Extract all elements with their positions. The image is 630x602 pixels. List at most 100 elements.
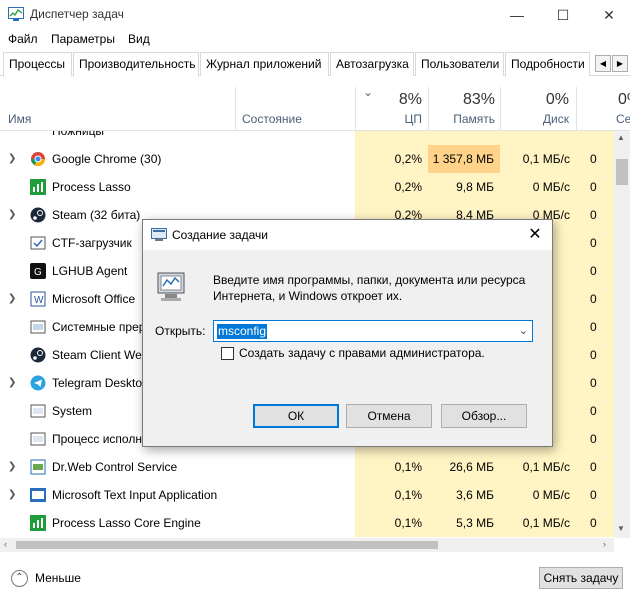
chevron-down-icon[interactable]: ⌄ [519,324,528,337]
network-cell: 0 Мбит/с [576,397,614,425]
process-name: CTF-загрузчик [52,236,132,250]
list-item[interactable]: Ножницы [0,131,614,145]
menu-file[interactable]: Файл [8,32,38,46]
network-cell: 0 Мбит/с [576,341,614,369]
network-cell: 0 Мбит/с [576,229,614,257]
tab-app-history[interactable]: Журнал приложений [200,52,329,76]
expand-chevron-icon[interactable]: ❯ [8,153,16,164]
tab-startup[interactable]: Автозагрузка [330,52,414,76]
run-icon [151,228,167,241]
process-name: System [52,404,93,418]
network-cell: 0 Мбит/с [576,453,614,481]
column-memory[interactable]: Память [440,112,495,126]
table-row[interactable]: ❯ Microsoft Text Input Application 0,1% 3,6… [0,481,614,509]
tab-scroll-left-button[interactable]: ◀ [595,55,611,72]
process-name: Microsoft Text Input Application [52,488,218,502]
column-memory-percent: 83% [462,91,495,108]
column-disk[interactable]: Диск [520,112,569,126]
memory-cell: 9,8 МБ [428,173,500,201]
lghub-icon: G [30,263,46,279]
table-row[interactable]: ❯ Google Chrome (30) 0,2% 1 357,8 МБ 0,1 МБ/… [0,145,614,173]
close-button[interactable]: ✕ [586,0,630,30]
tab-performance[interactable]: Производительность [73,52,199,76]
process-name: Процесс исполн [52,432,142,446]
ok-button[interactable]: ОК [253,404,339,428]
expand-chevron-icon[interactable]: ❯ [8,461,16,472]
menu-view[interactable]: Вид [128,32,150,46]
memory-cell: 26,6 МБ [428,453,500,481]
scroll-right-icon: › [603,539,606,549]
process-name: Google Chrome (30) [52,152,162,166]
table-row[interactable]: Process Lasso 0,2%9,8 МБ0 МБ/с0 Мбит/с [0,173,614,201]
expand-chevron-icon[interactable]: ❯ [8,377,16,388]
cpu-cell: 0,2% [355,173,428,201]
browse-button[interactable]: Обзор... [441,404,527,428]
arrow-left-icon: ◀ [599,59,607,68]
open-input[interactable]: msconfig ⌄ [213,320,533,342]
tab-users[interactable]: Пользователи [415,52,504,76]
scroll-down-icon: ▼ [617,524,625,533]
table-row[interactable]: ❯ Dr.Web Control Service 0,1% 26,6 МБ 0,1 МБ… [0,453,614,481]
process-lasso-icon [30,179,46,195]
process-icon [30,432,46,446]
cancel-button[interactable]: Отмена [346,404,432,428]
disk-cell: 0,1 МБ/с [500,509,576,537]
expand-chevron-icon[interactable]: ❯ [8,293,16,304]
tab-scroll-right-button[interactable]: ▶ [612,55,628,72]
minimize-icon: — [510,7,524,23]
close-icon: ✕ [603,6,615,23]
maximize-button[interactable]: ☐ [540,0,586,30]
system-interrupts-icon [30,320,46,334]
tab-strip: Процессы Производительность Журнал прило… [0,52,630,77]
steam-icon [30,207,46,223]
column-network[interactable]: Сеть [616,112,630,126]
process-name: Steam (32 бита) [52,208,141,222]
disk-cell: 0,1 МБ/с [500,145,576,173]
footer: ⌃ Меньше Снять задачу [0,560,630,602]
network-cell: 0 Мбит/с [576,481,614,509]
vertical-scrollbar[interactable]: ▲ ▼ [614,131,630,538]
cpu-cell: 0,1% [355,481,428,509]
maximize-icon: ☐ [556,6,570,23]
column-name[interactable]: Имя [8,112,31,126]
steam-icon [30,347,46,363]
menu-options[interactable]: Параметры [51,32,115,46]
title-bar: Диспетчер задач — ☐ ✕ [0,0,630,30]
office-icon: W [30,291,46,307]
collapse-chevron-icon[interactable]: ⌃ [11,570,28,587]
create-task-dialog: Создание задачи ✕ Введите имя программы,… [142,219,553,447]
memory-cell: 3,6 МБ [428,481,500,509]
dialog-message: Введите имя программы, папки, документа … [213,273,526,303]
ctf-icon [30,236,46,250]
memory-cell: 1 357,8 МБ [428,145,500,173]
end-task-button[interactable]: Снять задачу [539,567,623,589]
fewer-details-link[interactable]: Меньше [35,571,81,585]
dialog-title: Создание задачи [172,228,268,242]
arrow-right-icon: ▶ [616,59,624,68]
chrome-icon [31,152,45,166]
scroll-thumb-horizontal[interactable] [16,541,438,549]
process-name: Telegram Desktop [52,376,149,390]
expand-chevron-icon[interactable]: ❯ [8,209,16,220]
admin-checkbox[interactable] [221,347,234,360]
process-name: Steam Client Web [52,348,149,362]
minimize-button[interactable]: — [494,0,540,30]
scroll-thumb[interactable] [616,159,628,185]
menu-bar: Файл Параметры Вид [0,30,630,50]
tab-details[interactable]: Подробности [505,52,590,76]
dialog-close-icon[interactable]: ✕ [524,224,546,246]
table-row[interactable]: Process Lasso Core Engine 0,1% 5,3 МБ 0,1 М… [0,509,614,537]
expand-chevron-icon[interactable]: ❯ [8,489,16,500]
admin-checkbox-label[interactable]: Создать задачу с правами администратора. [239,346,485,360]
tab-processes[interactable]: Процессы [3,52,72,77]
disk-cell: 0,1 МБ/с [500,453,576,481]
svg-text:G: G [34,267,42,278]
column-status[interactable]: Состояние [242,112,302,126]
system-icon [30,404,46,418]
horizontal-scrollbar[interactable]: ‹ › [0,538,614,552]
column-network-percent: 0% [618,91,630,108]
column-cpu[interactable]: ЦП [380,112,422,126]
process-name: Process Lasso Core Engine [52,516,201,530]
process-name: Dr.Web Control Service [52,460,178,474]
scroll-up-icon: ▲ [617,133,625,142]
